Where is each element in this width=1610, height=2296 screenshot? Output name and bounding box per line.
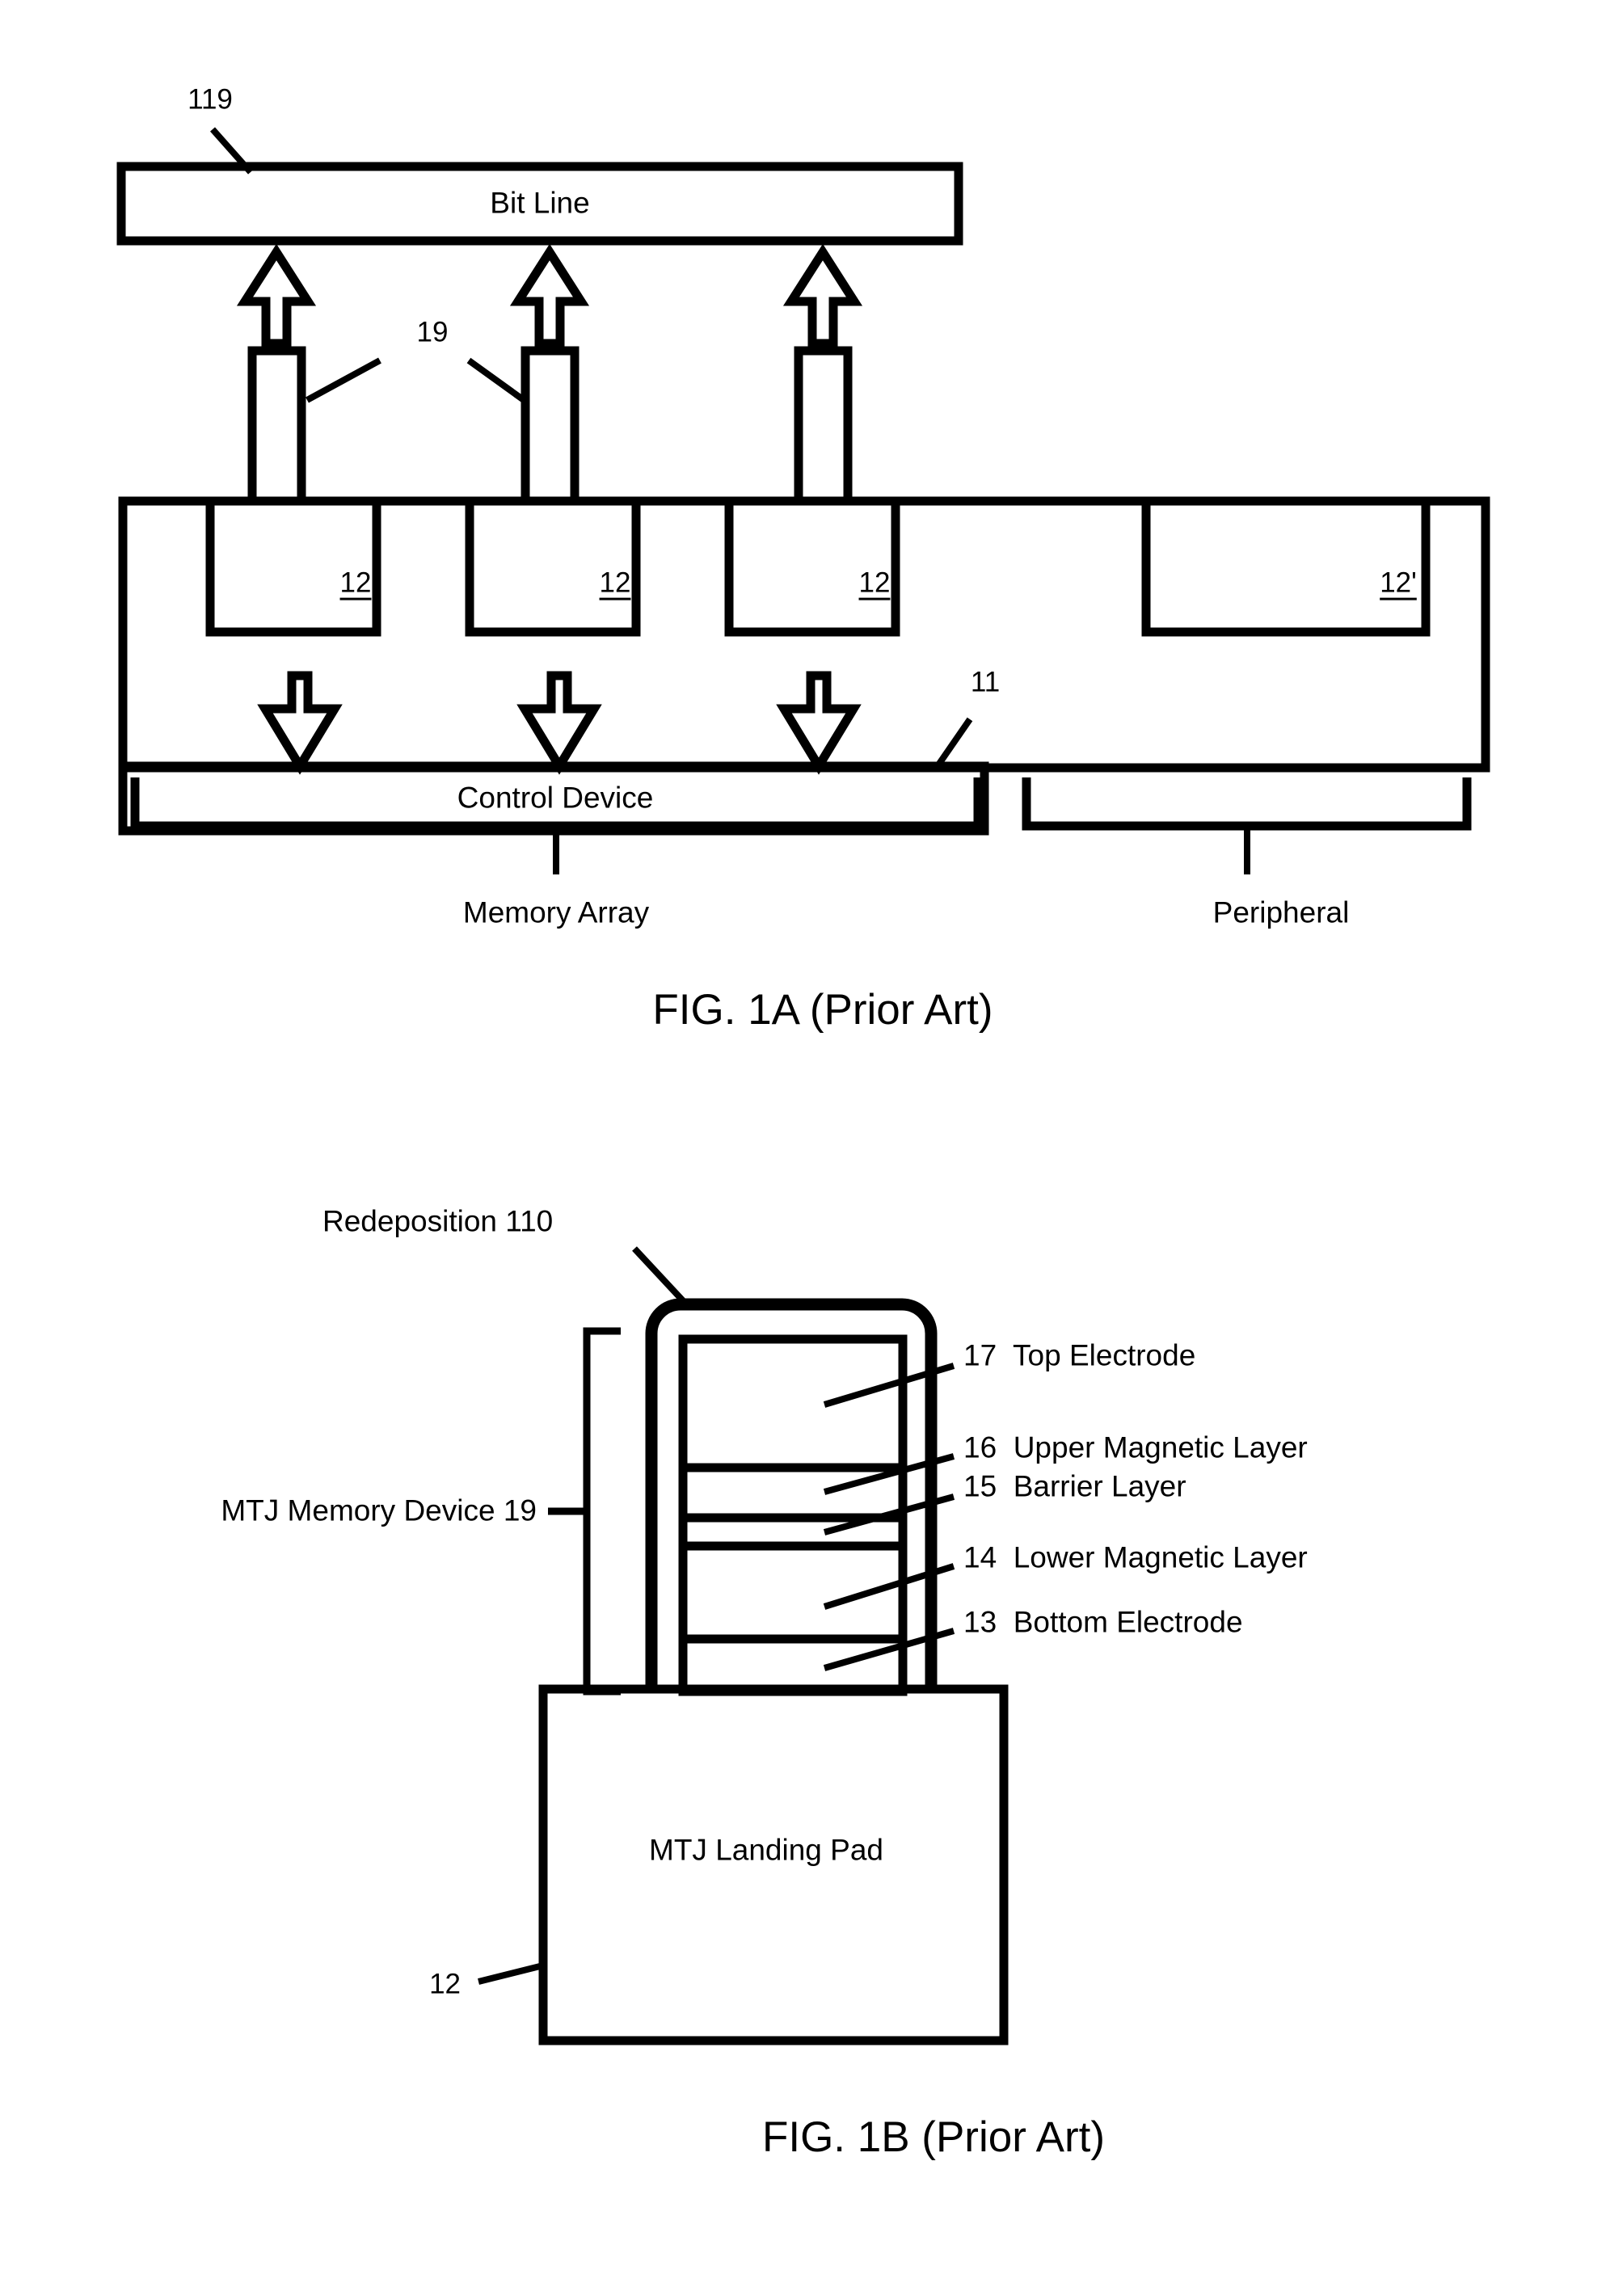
down-arrow-3 (776, 671, 862, 775)
leader-redeposition-110 (632, 1246, 691, 1309)
peripheral-label: Peripheral (1212, 895, 1350, 929)
leader-19-left (306, 357, 381, 403)
leader-19-right (466, 357, 526, 403)
mtj-pillar-1 (247, 346, 306, 501)
ref-119: 119 (188, 83, 233, 116)
up-arrow-3 (782, 243, 863, 348)
mtj-pillar-3 (794, 346, 853, 501)
ref-12-landing-pad: 12 (429, 1968, 461, 2000)
down-arrow-1 (257, 671, 343, 775)
bit-line-label: Bit Line (490, 186, 590, 220)
figure-artwork (116, 127, 1490, 2045)
leader-11 (936, 717, 973, 766)
down-arrow-2 (516, 671, 602, 775)
ref-19: 19 (416, 316, 449, 348)
fig1a-artwork (116, 127, 1490, 874)
redeposition-shell (645, 1298, 938, 1691)
layer-callout-17: 17 Top Electrode (963, 1338, 1196, 1372)
mtj-pillar-2 (521, 346, 580, 501)
control-device-label: Control Device (457, 781, 654, 815)
ref-12-pad-2: 12 (599, 567, 631, 599)
memory-array-label: Memory Array (462, 895, 650, 929)
bracket-peripheral (1022, 777, 1472, 831)
up-arrow-2 (509, 243, 590, 348)
ref-11: 11 (970, 666, 1001, 698)
mtj-memory-device-bracket-label: MTJ Memory Device 19 (221, 1493, 537, 1527)
redeposition-label: Redeposition 110 (322, 1204, 554, 1238)
fig1b-caption: FIG. 1B (Prior Art) (761, 2113, 1106, 2162)
leader-12-landing-pad (478, 1962, 544, 1985)
ref-12-pad-3: 12 (858, 567, 891, 599)
up-arrow-1 (236, 243, 317, 348)
fig1a-caption: FIG. 1A (Prior Art) (652, 986, 993, 1034)
layer-callout-14: 14 Lower Magnetic Layer (963, 1540, 1308, 1574)
bracket-mtj-memory-device (583, 1327, 621, 1696)
ref-12-prime-peripheral: 12' (1380, 567, 1417, 599)
layer-callout-15: 15 Barrier Layer (963, 1469, 1186, 1503)
fig1b-artwork (478, 1246, 1009, 2045)
mtj-landing-pad-label: MTJ Landing Pad (648, 1833, 884, 1867)
ref-12-pad-1: 12 (339, 567, 372, 599)
patent-figure-sheet: 119 Bit Line 19 12 12 12 12' 11 Control … (0, 0, 1610, 2296)
layer-callout-16: 16 Upper Magnetic Layer (963, 1430, 1308, 1464)
layer-callout-13: 13 Bottom Electrode (963, 1605, 1243, 1639)
